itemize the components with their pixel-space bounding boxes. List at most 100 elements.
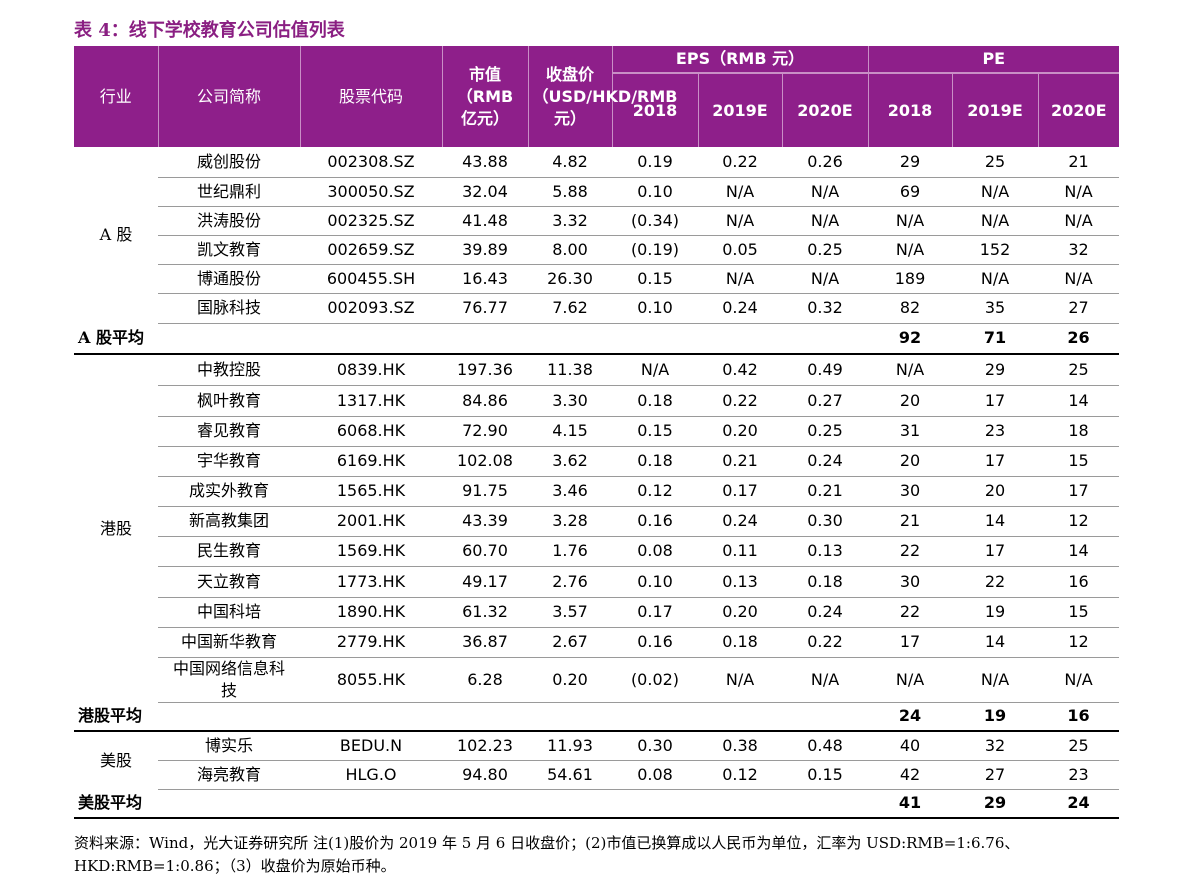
- empty-cell: [528, 789, 612, 819]
- eps-2019e-cell: 0.18: [698, 627, 782, 658]
- pe-2019e-cell: 17: [952, 385, 1039, 417]
- pe-2019e-cell: N/A: [952, 657, 1039, 703]
- table-row: 港股 中教控股 0839.HK 197.36 11.38 N/A 0.42 0.49 N/A 29…: [74, 354, 1120, 538]
- table-row: 凯文教育 002659.SZ 39.89 8.00 (0.19) 0.05 0.25 N/A 1…: [74, 235, 1120, 265]
- company-name: 威创股份: [158, 147, 300, 178]
- close-price-cell: 1.76: [528, 536, 612, 567]
- eps-2018-cell: 0.12: [612, 476, 698, 507]
- empty-cell: [698, 789, 782, 819]
- code-cell: 002659.SZ: [300, 235, 442, 265]
- close-price-cell: 8.00: [528, 235, 612, 265]
- table-row: 成实外教育 1565.HK 91.75 3.46 0.12 0.17 0.21 30 20 17: [74, 476, 1120, 507]
- code-cell: BEDU.N: [300, 731, 442, 761]
- eps-2018-cell: 0.08: [612, 760, 698, 790]
- company-name: 博通股份: [158, 264, 300, 294]
- pe-2018-cell: 22: [868, 597, 953, 628]
- pe-2020e-cell: 23: [1038, 760, 1120, 790]
- eps-2018-cell: 0.10: [612, 293, 698, 324]
- code-cell: 8055.HK: [300, 657, 442, 703]
- pe-2020e-cell: 14: [1038, 385, 1120, 417]
- eps-2018-cell: (0.02): [612, 657, 698, 703]
- company-name: 中国新华教育: [158, 627, 300, 658]
- header-pe-2018: 2018: [868, 73, 953, 147]
- eps-2019e-cell: 0.05: [698, 235, 782, 265]
- market-cap-cell: 16.43: [442, 264, 528, 294]
- pe-2018-cell: 189: [868, 264, 953, 294]
- close-price-cell: 3.30: [528, 385, 612, 417]
- close-price-cell: 2.76: [528, 566, 612, 598]
- industry-label: A 股: [99, 225, 133, 244]
- industry-label: 美股: [99, 750, 132, 770]
- eps-2020e-cell: 0.49: [782, 354, 869, 386]
- pe-2019e-cell: 27: [952, 760, 1039, 790]
- code-cell: 300050.SZ: [300, 177, 442, 207]
- eps-2020e-cell: 0.30: [782, 506, 869, 537]
- pe-2020e-cell: 27: [1038, 293, 1120, 324]
- close-price-cell: 54.61: [528, 760, 612, 790]
- company-name: 凯文教育: [158, 235, 300, 265]
- pe-2018-cell: 20: [868, 446, 953, 477]
- market-cap-cell: 91.75: [442, 476, 528, 507]
- market-cap-cell: 6.28: [442, 657, 528, 703]
- empty-cell: [528, 323, 612, 355]
- eps-2019e-cell: 0.42: [698, 354, 782, 386]
- close-price-cell: 7.62: [528, 293, 612, 324]
- eps-2020e-cell: N/A: [782, 177, 869, 207]
- pe-2020e-cell: N/A: [1038, 206, 1120, 236]
- pe-2019e-cell: 152: [952, 235, 1039, 265]
- company-name: 枫叶教育: [158, 385, 300, 417]
- empty-cell: [442, 789, 528, 819]
- pe-2020e-cell: 14: [1038, 536, 1120, 567]
- eps-2019e-cell: 0.24: [698, 506, 782, 537]
- pe-2018-cell: N/A: [868, 354, 953, 386]
- eps-2018-cell: 0.10: [612, 177, 698, 207]
- eps-2019e-cell: N/A: [698, 264, 782, 294]
- avg-pe-2019e: 19: [952, 702, 1039, 732]
- avg-pe-2020e: 24: [1038, 789, 1120, 819]
- pe-2018-cell: 17: [868, 627, 953, 658]
- pe-2020e-cell: 32: [1038, 235, 1120, 265]
- empty-cell: [612, 789, 698, 819]
- eps-2018-cell: 0.15: [612, 416, 698, 447]
- market-cap-cell: 72.90: [442, 416, 528, 447]
- eps-2018-cell: 0.16: [612, 627, 698, 658]
- pe-2018-cell: 20: [868, 385, 953, 417]
- pe-2019e-cell: 25: [952, 147, 1039, 178]
- code-cell: 6068.HK: [300, 416, 442, 447]
- market-cap-cell: 61.32: [442, 597, 528, 628]
- company-name: 睿见教育: [158, 416, 300, 447]
- pe-2018-cell: 82: [868, 293, 953, 324]
- eps-2018-cell: N/A: [612, 354, 698, 386]
- close-price-cell: 3.57: [528, 597, 612, 628]
- code-cell: 600455.SH: [300, 264, 442, 294]
- header-eps-2019e: 2019E: [698, 73, 783, 147]
- table-row: A 股威创股份 002308.SZ 43.88 4.82 0.19 0.22 0.26 29 2…: [74, 147, 1120, 244]
- code-cell: HLG.O: [300, 760, 442, 790]
- market-cap-cell: 102.08: [442, 446, 528, 477]
- pe-2020e-cell: N/A: [1038, 264, 1120, 294]
- eps-2019e-cell: N/A: [698, 177, 782, 207]
- code-cell: 2001.HK: [300, 506, 442, 537]
- pe-2019e-cell: 14: [952, 627, 1039, 658]
- table-row: 海亮教育 HLG.O 94.80 54.61 0.08 0.12 0.15 42 27 23: [74, 760, 1120, 790]
- eps-2018-cell: (0.19): [612, 235, 698, 265]
- eps-2020e-cell: 0.25: [782, 235, 869, 265]
- company-name: 天立教育: [158, 566, 300, 598]
- market-cap-cell: 84.86: [442, 385, 528, 417]
- pe-2020e-cell: 25: [1038, 354, 1120, 386]
- avg-pe-2018: 92: [868, 323, 953, 355]
- eps-2019e-cell: N/A: [698, 657, 782, 703]
- empty-cell: [528, 702, 612, 732]
- code-cell: 1890.HK: [300, 597, 442, 628]
- source-note: 资料来源：Wind，光大证券研究所 注(1)股价为 2019 年 5 月 6 日…: [74, 834, 1020, 875]
- eps-2020e-cell: 0.21: [782, 476, 869, 507]
- table-row: 世纪鼎利 300050.SZ 32.04 5.88 0.10 N/A N/A 69 N/A N/A: [74, 177, 1120, 207]
- header-pe: PE: [868, 46, 1120, 74]
- table-row: 中国网络信息科技 8055.HK 6.28 0.20 (0.02) N/A N/A N/A N/…: [74, 657, 1120, 703]
- pe-2019e-cell: 35: [952, 293, 1039, 324]
- company-name: 新高教集团: [158, 506, 300, 537]
- eps-2019e-cell: 0.20: [698, 416, 782, 447]
- market-cap-cell: 102.23: [442, 731, 528, 761]
- eps-2018-cell: 0.18: [612, 446, 698, 477]
- pe-2020e-cell: 12: [1038, 506, 1120, 537]
